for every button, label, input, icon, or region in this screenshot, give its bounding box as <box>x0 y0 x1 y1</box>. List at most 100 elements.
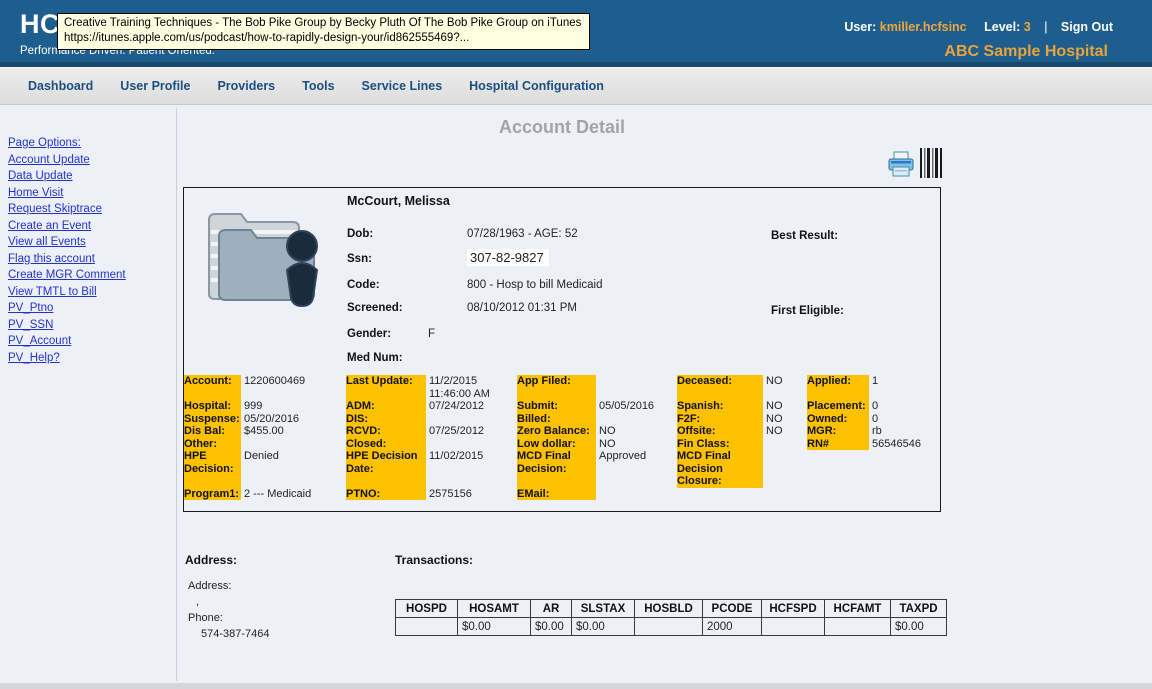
table-row: Submit:05/05/2016 <box>517 400 678 413</box>
transactions-column-header: PCODE <box>703 600 762 618</box>
field-value: rb <box>869 425 953 438</box>
table-row: RCVD:07/25/2012 <box>346 425 512 438</box>
field-value: 2 --- Medicaid <box>241 488 341 501</box>
horizontal-scrollbar[interactable] <box>0 683 1152 689</box>
tooltip-title: Creative Training Techniques - The Bob P… <box>64 16 581 31</box>
table-row <box>807 388 953 401</box>
nav-hospital-configuration[interactable]: Hospital Configuration <box>469 79 604 93</box>
table-row: Fin Class: <box>677 438 805 451</box>
address-section-heading: Address: <box>185 553 237 567</box>
sidebar-link-flag-this-account[interactable]: Flag this account <box>8 253 176 266</box>
table-row: MGR:rb <box>807 425 953 438</box>
field-value: 07/24/2012 <box>426 400 512 413</box>
sidebar-link-request-skiptrace[interactable]: Request Skiptrace <box>8 203 176 216</box>
level-label: Level: <box>984 20 1020 34</box>
field-label: Account: <box>184 375 241 388</box>
field-value: NO <box>763 425 805 438</box>
separator: | <box>1044 20 1047 34</box>
sidebar-link-pv-ptno[interactable]: PV_Ptno <box>8 302 176 315</box>
table-row: Dis Bal:$455.00 <box>184 425 341 438</box>
transactions-cell <box>825 618 891 636</box>
table-row: Placement:0 <box>807 400 953 413</box>
nav-user-profile[interactable]: User Profile <box>120 79 190 93</box>
table-row: Low dollar:NO <box>517 438 678 451</box>
field-label: Deceased: <box>677 375 763 388</box>
table-row: MCD Final Decision:Approved <box>517 450 678 475</box>
nav-dashboard[interactable]: Dashboard <box>28 79 93 93</box>
table-row: Deceased:NO <box>677 375 805 388</box>
field-label: MCD Final Decision Closure: <box>677 450 763 488</box>
sidebar-link-create-an-event[interactable]: Create an Event <box>8 220 176 233</box>
field-label: App Filed: <box>517 375 596 388</box>
field-label: RN# <box>807 438 869 451</box>
field-value: 2575156 <box>426 488 512 501</box>
sidebar-link-pv-account[interactable]: PV_Account <box>8 335 176 348</box>
field-label <box>517 388 596 401</box>
page-options-sidebar: Page Options: Account Update Data Update… <box>0 105 176 689</box>
field-value <box>763 438 805 451</box>
dob-label: Dob: <box>347 228 373 240</box>
field-label: HPE Decision Date: <box>346 450 426 475</box>
table-row: Suspense:05/20/2016 <box>184 413 341 426</box>
hospital-name: ABC Sample Hospital <box>944 43 1108 61</box>
transactions-value-row: $0.00 $0.00 $0.00 2000 $0.00 <box>396 618 947 636</box>
sign-out-link[interactable]: Sign Out <box>1061 20 1113 34</box>
field-label: Closed: <box>346 438 426 451</box>
address-label: Address: <box>188 578 270 594</box>
sidebar-link-account-update[interactable]: Account Update <box>8 154 176 167</box>
sidebar-link-home-visit[interactable]: Home Visit <box>8 187 176 200</box>
field-label: Low dollar: <box>517 438 596 451</box>
field-label: Applied: <box>807 375 869 388</box>
field-value <box>241 438 341 451</box>
field-label: Other: <box>184 438 241 451</box>
transactions-column-header: HCFSPD <box>762 600 825 618</box>
sidebar-link-view-all-events[interactable]: View all Events <box>8 236 176 249</box>
nav-service-lines[interactable]: Service Lines <box>362 79 443 93</box>
nav-providers[interactable]: Providers <box>217 79 275 93</box>
field-value: NO <box>596 425 678 438</box>
transactions-cell <box>762 618 825 636</box>
field-value: 999 <box>241 400 341 413</box>
table-row <box>346 475 512 488</box>
field-label: Billed: <box>517 413 596 426</box>
table-row: Applied:1 <box>807 375 953 388</box>
field-label: MCD Final Decision: <box>517 450 596 475</box>
username: kmiller.hcfsinc <box>880 20 967 34</box>
field-value <box>426 475 512 488</box>
transactions-cell: $0.00 <box>531 618 572 636</box>
sidebar-link-view-tmtl-to-bill[interactable]: View TMTL to Bill <box>8 286 176 299</box>
transactions-column-header: HOSAMT <box>458 600 531 618</box>
field-value: 05/20/2016 <box>241 413 341 426</box>
sidebar-link-pv-ssn[interactable]: PV_SSN <box>8 319 176 332</box>
detail-column-5: Applied:1 Placement:0 Owned:0 MGR:rb RN#… <box>807 375 953 450</box>
transactions-column-header: AR <box>531 600 572 618</box>
field-value: $455.00 <box>241 425 341 438</box>
nav-tools[interactable]: Tools <box>302 79 334 93</box>
detail-column-1: Account:1220600469 Hospital:999 Suspense… <box>184 375 341 500</box>
page-title: Account Detail <box>183 117 941 138</box>
code-label: Code: <box>347 279 380 291</box>
print-icon[interactable] <box>887 151 915 178</box>
field-label: Zero Balance: <box>517 425 596 438</box>
field-value <box>426 438 512 451</box>
transactions-cell: $0.00 <box>458 618 531 636</box>
sidebar-link-data-update[interactable]: Data Update <box>8 170 176 183</box>
transactions-column-header: SLSTAX <box>572 600 635 618</box>
main-nav: Dashboard User Profile Providers Tools S… <box>0 67 1152 105</box>
field-label: Last Update: <box>346 375 426 400</box>
field-value: NO <box>763 413 805 426</box>
table-row <box>184 388 341 401</box>
barcode-icon[interactable] <box>920 148 944 178</box>
main-content: Account Detail McCourt, Melissa Dob: 07/… <box>177 105 1152 689</box>
user-bar: User: kmiller.hcfsinc Level: 3 | Sign Ou… <box>844 20 1113 34</box>
field-label <box>677 388 763 401</box>
sidebar-link-create-mgr-comment[interactable]: Create MGR Comment <box>8 269 176 282</box>
detail-column-4: Deceased:NO Spanish:NO F2F:NO Offsite:NO… <box>677 375 805 488</box>
phone-label: Phone: <box>188 610 270 626</box>
sidebar-link-pv-help[interactable]: PV_Help? <box>8 352 176 365</box>
detail-column-2: Last Update:11/2/2015 11:46:00 AM ADM:07… <box>346 375 512 500</box>
table-row: ADM:07/24/2012 <box>346 400 512 413</box>
field-value: Approved <box>596 450 678 475</box>
ssn-value: 307-82-9827 <box>467 249 549 266</box>
table-row: DIS: <box>346 413 512 426</box>
